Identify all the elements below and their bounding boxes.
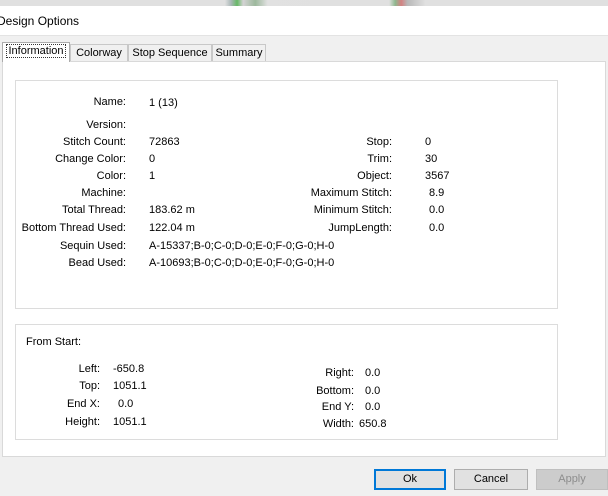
name-value: 1 (13) — [149, 97, 178, 109]
object-value: 3567 — [425, 170, 450, 182]
jump-length-value: 0.0 — [429, 222, 445, 234]
end-y-value: 0.0 — [365, 401, 381, 413]
min-stitch-value: 0.0 — [429, 204, 445, 216]
change-color-label: Change Color: — [55, 153, 126, 165]
object-label: Object: — [357, 170, 392, 182]
right-label: Right: — [325, 367, 354, 379]
color-value: 1 — [149, 170, 156, 182]
tab-colorway[interactable]: Colorway — [70, 44, 128, 61]
max-stitch-value: 8.9 — [429, 187, 445, 199]
top-label: Top: — [79, 380, 100, 392]
bottom-thread-value: 122.04 m — [149, 222, 195, 234]
sequin-used-label: Sequin Used: — [59, 240, 126, 252]
width-label: Width: — [322, 418, 354, 430]
apply-button[interactable]: Apply — [536, 469, 608, 490]
tab-stop-sequence[interactable]: Stop Sequence — [128, 44, 212, 61]
width-value: 650.8 — [359, 418, 387, 430]
total-thread-value: 183.62 m — [149, 204, 195, 216]
bead-used-label: Bead Used: — [68, 257, 126, 269]
bead-used-value: A-10693;B-0;C-0;D-0;E-0;F-0;G-0;H-0 — [149, 257, 335, 269]
name-label: Name: — [93, 96, 126, 108]
bottom-value: 0.0 — [365, 385, 381, 397]
bottom-label: Bottom: — [316, 385, 354, 397]
stitch-count-label: Stitch Count: — [63, 136, 126, 148]
bottom-thread-label: Bottom Thread Used: — [21, 222, 126, 234]
end-y-label: End Y: — [321, 401, 354, 413]
max-stitch-label: Maximum Stitch: — [310, 187, 392, 199]
right-value: 0.0 — [365, 367, 381, 379]
tab-information[interactable]: Information — [2, 42, 70, 62]
min-stitch-label: Minimum Stitch: — [313, 204, 392, 216]
change-color-value: 0 — [149, 153, 156, 165]
stop-label: Stop: — [366, 136, 392, 148]
end-x-value: 0.0 — [118, 398, 134, 410]
design-info-group: Name: 1 (13) Version: Stitch Count: 7286… — [15, 80, 558, 309]
total-thread-label: Total Thread: — [61, 204, 126, 216]
machine-label: Machine: — [81, 187, 126, 199]
cancel-button[interactable]: Cancel — [454, 469, 528, 490]
color-label: Color: — [96, 170, 126, 182]
height-value: 1051.1 — [113, 416, 147, 428]
title-bar[interactable]: Design Options — [0, 6, 608, 36]
jump-length-label: JumpLength: — [328, 222, 392, 234]
stitch-count-value: 72863 — [149, 136, 180, 148]
tab-summary[interactable]: Summary — [212, 44, 266, 61]
window-title: Design Options — [0, 14, 80, 28]
version-label: Version: — [86, 119, 126, 131]
end-x-label: End X: — [66, 398, 100, 410]
sequin-used-value: A-15337;B-0;C-0;D-0;E-0;F-0;G-0;H-0 — [149, 240, 335, 252]
information-panel: Name: 1 (13) Version: Stitch Count: 7286… — [2, 61, 606, 457]
left-label: Left: — [78, 363, 100, 375]
top-value: 1051.1 — [113, 380, 147, 392]
ok-button[interactable]: Ok — [374, 469, 446, 490]
trim-value: 30 — [425, 153, 438, 165]
from-start-group: From Start: Left: -650.8 Top: 1051.1 End… — [15, 324, 558, 440]
left-value: -650.8 — [113, 363, 145, 375]
height-label: Height: — [65, 416, 100, 428]
stop-value: 0 — [425, 136, 432, 148]
trim-label: Trim: — [367, 153, 392, 165]
from-start-heading: From Start: — [26, 336, 82, 348]
